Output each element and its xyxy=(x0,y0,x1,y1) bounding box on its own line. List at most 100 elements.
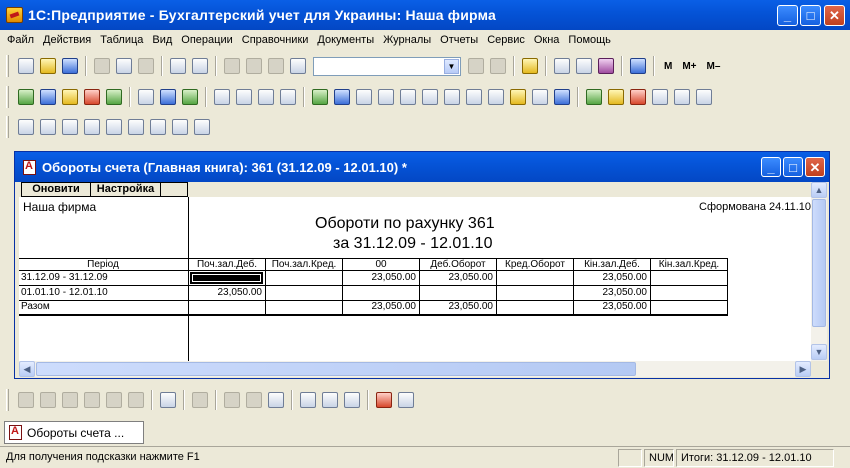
app-title-bar[interactable]: 1С:Предприятие - Бухгалтерский учет для … xyxy=(0,0,850,30)
group-icon[interactable] xyxy=(192,392,208,408)
taskbar-item-turnover[interactable]: Обороты счета ... xyxy=(4,421,144,444)
vertical-scroll-thumb[interactable] xyxy=(812,199,826,327)
memory-button[interactable]: M xyxy=(664,61,672,72)
menu-catalogs[interactable]: Справочники xyxy=(239,34,315,46)
text-icon[interactable] xyxy=(62,392,78,408)
toolbar-grip[interactable] xyxy=(6,55,9,77)
total-end-deb[interactable]: 23,050.00 xyxy=(575,301,648,314)
paste-icon[interactable] xyxy=(138,58,154,74)
report-settings-icon[interactable] xyxy=(652,89,668,105)
scroll-left-icon[interactable]: ◀ xyxy=(19,361,35,377)
print-icon[interactable] xyxy=(170,58,186,74)
child-maximize-button[interactable]: □ xyxy=(783,157,803,177)
copy-icon[interactable] xyxy=(116,58,132,74)
invoice-icon[interactable] xyxy=(236,89,252,105)
scroll-up-icon[interactable]: ▲ xyxy=(811,182,827,198)
memory-plus-button[interactable]: M+ xyxy=(682,61,696,72)
menu-windows[interactable]: Окна xyxy=(531,34,566,46)
save-icon[interactable] xyxy=(62,58,78,74)
plus-icon[interactable] xyxy=(356,89,372,105)
report-export-icon[interactable] xyxy=(696,89,712,105)
row-end-deb[interactable]: 23,050.00 xyxy=(575,272,648,285)
row-period[interactable]: 01.01.10 - 12.01.10 xyxy=(21,287,185,300)
row-turn-deb[interactable]: 23,050.00 xyxy=(421,272,494,285)
maximize-button[interactable]: □ xyxy=(800,5,821,26)
menu-reports[interactable]: Отчеты xyxy=(437,34,484,46)
settings-button[interactable]: Настройка xyxy=(90,182,161,197)
menu-table[interactable]: Таблица xyxy=(97,34,149,46)
in-icon[interactable] xyxy=(466,89,482,105)
menu-journals[interactable]: Журналы xyxy=(380,34,437,46)
chessboard-icon[interactable] xyxy=(40,119,56,135)
turnover-icon[interactable] xyxy=(62,119,78,135)
horizontal-scrollbar[interactable]: ◀ ▶ xyxy=(19,361,811,377)
tools-icon[interactable] xyxy=(444,89,460,105)
cash-register-icon[interactable] xyxy=(532,89,548,105)
chevron-down-icon[interactable]: ▼ xyxy=(444,58,459,74)
memory-minus-button[interactable]: M– xyxy=(707,61,721,72)
row-period[interactable]: 31.12.09 - 31.12.09 xyxy=(21,272,185,285)
balance-sheet-icon[interactable] xyxy=(18,119,34,135)
menu-operations[interactable]: Операции xyxy=(178,34,238,46)
money-icon[interactable] xyxy=(160,89,176,105)
selected-cell[interactable] xyxy=(190,272,263,284)
menu-view[interactable]: Вид xyxy=(149,34,178,46)
subconto-icon[interactable] xyxy=(84,89,100,105)
cut-icon[interactable] xyxy=(94,58,110,74)
child-close-button[interactable]: ✕ xyxy=(805,157,825,177)
report-sheet[interactable]: Наша фирма Сформована 24.11.10 Обороти п… xyxy=(19,197,811,361)
row-00[interactable]: 23,050.00 xyxy=(344,272,417,285)
report-window[interactable]: Обороты счета (Главная книга): 361 (31.1… xyxy=(14,151,830,379)
account-analysis-icon[interactable] xyxy=(106,119,122,135)
headers-icon[interactable] xyxy=(322,392,338,408)
find-binoculars-icon[interactable] xyxy=(290,58,306,74)
redo-icon[interactable] xyxy=(268,58,284,74)
toolbar-grip[interactable] xyxy=(6,86,9,108)
account-card-icon[interactable] xyxy=(84,119,100,135)
total-turn-deb[interactable]: 23,050.00 xyxy=(421,301,494,314)
total-row-label[interactable]: Разом xyxy=(21,301,185,314)
table-icon[interactable] xyxy=(300,392,316,408)
fix-header-icon[interactable] xyxy=(398,392,414,408)
menu-file[interactable]: Файл xyxy=(4,34,40,46)
picture-icon[interactable] xyxy=(84,392,100,408)
bm-icon[interactable] xyxy=(182,89,198,105)
operations-icon[interactable] xyxy=(40,89,56,105)
book-icon[interactable] xyxy=(630,58,646,74)
tree-icon[interactable] xyxy=(106,89,122,105)
payment-icon[interactable] xyxy=(280,89,296,105)
grid-off-icon[interactable] xyxy=(376,392,392,408)
grid-icon[interactable] xyxy=(422,89,438,105)
subconto-card-icon[interactable] xyxy=(150,119,166,135)
search-combo[interactable]: ▼ xyxy=(313,56,461,76)
child-minimize-button[interactable]: _ xyxy=(761,157,781,177)
report-icon[interactable] xyxy=(630,89,646,105)
line-icon[interactable] xyxy=(18,392,34,408)
bracket-left-icon[interactable] xyxy=(224,392,240,408)
report-window-title-bar[interactable]: Обороты счета (Главная книга): 361 (31.1… xyxy=(15,152,829,182)
find-next-icon[interactable] xyxy=(468,58,484,74)
globe-icon[interactable] xyxy=(554,89,570,105)
subconto-turnover-icon[interactable] xyxy=(172,119,188,135)
journal-icon[interactable] xyxy=(214,89,230,105)
new-document-icon[interactable] xyxy=(18,58,34,74)
rectangle-icon[interactable] xyxy=(40,392,56,408)
plus-minus-icon[interactable] xyxy=(400,89,416,105)
print-preview-icon[interactable] xyxy=(192,58,208,74)
help-question-icon[interactable] xyxy=(522,58,538,74)
out-icon[interactable] xyxy=(488,89,504,105)
persons-icon[interactable] xyxy=(608,89,624,105)
chart-of-accounts-icon[interactable] xyxy=(18,89,34,105)
scroll-down-icon[interactable]: ▼ xyxy=(811,344,827,360)
refresh-button[interactable]: Оновити xyxy=(21,182,91,197)
menu-actions[interactable]: Действия xyxy=(40,34,97,46)
properties-icon[interactable] xyxy=(224,58,240,74)
toolbar-grip[interactable] xyxy=(6,116,9,138)
ledger-icon[interactable] xyxy=(312,89,328,105)
vertical-scrollbar[interactable]: ▲ ▼ xyxy=(811,182,827,361)
pointer-arrow-icon[interactable] xyxy=(160,392,176,408)
app-icon[interactable] xyxy=(6,7,23,23)
row-beg-deb[interactable]: 23,050.00 xyxy=(190,287,263,300)
undo-icon[interactable] xyxy=(246,58,262,74)
row-end-deb[interactable]: 23,050.00 xyxy=(575,287,648,300)
